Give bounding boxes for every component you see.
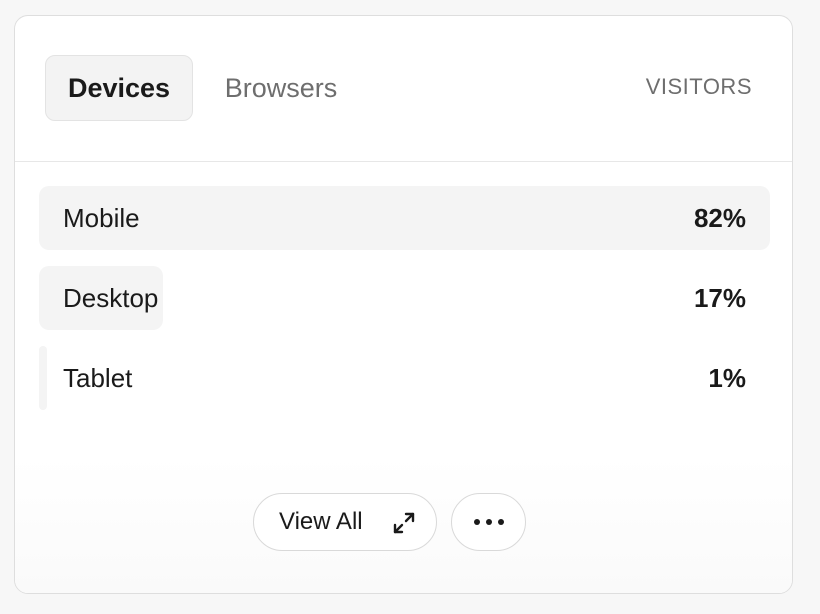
row-value: 17% <box>693 283 746 313</box>
row-value: 1% <box>708 363 746 393</box>
list-item-desktop[interactable]: Desktop 17% <box>39 266 770 330</box>
more-horizontal-icon <box>473 519 504 525</box>
tab-devices[interactable]: Devices <box>45 55 193 121</box>
row-label: Desktop <box>63 283 159 313</box>
tab-browsers[interactable]: Browsers <box>205 55 357 121</box>
row-value: 82% <box>693 203 746 233</box>
device-list: Mobile 82% Desktop 17% Tablet 1% <box>39 186 770 426</box>
more-options-button[interactable] <box>451 493 526 551</box>
row-label: Mobile <box>63 203 140 233</box>
row-share-bar <box>39 346 47 410</box>
view-all-button[interactable]: View All <box>253 493 437 551</box>
list-item-tablet[interactable]: Tablet 1% <box>39 346 770 410</box>
row-label: Tablet <box>63 363 133 393</box>
list-item-mobile[interactable]: Mobile 82% <box>39 186 770 250</box>
row-share-bar <box>39 186 770 250</box>
card-header: Devices Browsers VISITORS <box>15 16 792 162</box>
visitors-column-label: VISITORS <box>645 74 752 99</box>
expand-icon <box>393 512 415 534</box>
view-all-label: View All <box>279 508 363 535</box>
